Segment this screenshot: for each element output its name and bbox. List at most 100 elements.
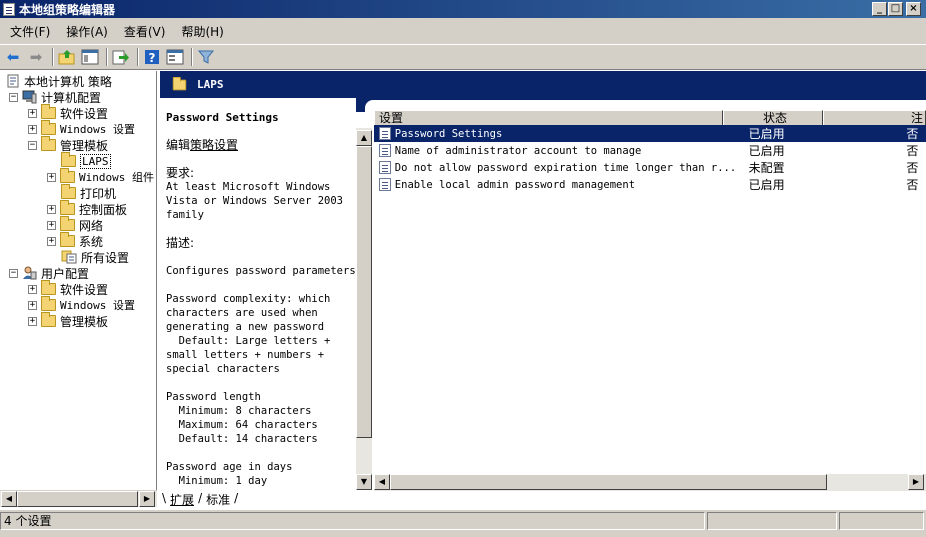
scroll-thumb[interactable] [17, 491, 138, 507]
scroll-right-icon[interactable]: ▶ [139, 491, 155, 507]
toolbar-separator [106, 48, 108, 66]
list-horizontal-scrollbar[interactable]: ◀ ▶ [374, 474, 926, 491]
folder-icon [41, 136, 56, 151]
expand-icon[interactable]: + [47, 172, 56, 182]
expand-icon[interactable]: + [28, 284, 37, 294]
edit-policy-line: 编辑策略设置 [166, 138, 239, 152]
tree-item-control-panel[interactable]: + 控制面板 [47, 200, 127, 217]
tree-item-user-software-settings[interactable]: + 软件设置 [28, 280, 108, 297]
column-headers: 设置 状态 注 [374, 110, 926, 126]
tree-horizontal-scrollbar[interactable]: ◀ ▶ [0, 490, 157, 507]
filter-icon[interactable] [196, 47, 216, 67]
expand-icon[interactable]: + [47, 204, 56, 214]
toolbar: ⬅ ➡ ? [0, 44, 926, 70]
tree-item-user-admin-templates[interactable]: + 管理模板 [28, 312, 108, 329]
maximize-button[interactable]: □ [888, 2, 903, 16]
status-panel-2 [707, 512, 837, 530]
folder-icon [41, 104, 56, 119]
expand-icon[interactable]: + [47, 236, 56, 246]
column-header-state[interactable]: 状态 [723, 110, 823, 126]
menu-help[interactable]: 帮助(H) [173, 23, 231, 40]
collapse-icon[interactable]: − [9, 268, 18, 278]
description-vertical-scrollbar[interactable]: ▲ ▼ [356, 128, 372, 490]
scroll-thumb[interactable] [356, 146, 372, 438]
scroll-up-icon[interactable]: ▲ [356, 130, 372, 146]
up-folder-icon[interactable] [57, 47, 77, 67]
tab-standard[interactable]: 标准 [204, 491, 232, 508]
scroll-down-icon[interactable]: ▼ [356, 474, 372, 490]
edit-policy-link[interactable]: 策略设置 [190, 138, 238, 152]
menu-bar: 文件(F) 操作(A) 查看(V) 帮助(H) [0, 18, 926, 44]
setting-icon [379, 144, 391, 157]
show-hide-tree-icon[interactable] [80, 47, 100, 67]
all-settings-icon [61, 250, 77, 264]
tree-item-local-policy[interactable]: 本地计算机 策略 [6, 73, 112, 89]
req-label: 要求: [166, 166, 195, 180]
collapse-icon[interactable]: − [9, 92, 18, 102]
folder-icon [60, 200, 75, 215]
folder-icon [41, 280, 56, 295]
menu-action[interactable]: 操作(A) [58, 23, 116, 40]
forward-icon[interactable]: ➡ [26, 47, 46, 67]
desc-p2: Password complexity: which characters ar… [166, 293, 331, 375]
table-row[interactable]: Name of administrator account to manage … [374, 142, 926, 159]
minimize-button[interactable]: _ [872, 2, 887, 16]
tree-item-user-config[interactable]: − 用户配置 [9, 265, 89, 281]
close-button[interactable]: × [906, 2, 921, 16]
status-bar: 4 个设置 [0, 509, 926, 531]
expand-icon[interactable]: + [28, 108, 37, 118]
toolbar-separator [52, 48, 54, 66]
folder-icon [41, 120, 56, 135]
expand-icon[interactable]: + [47, 220, 56, 230]
title-bar[interactable]: 本地组策略编辑器 _ □ × [0, 0, 926, 18]
settings-list[interactable]: 设置 状态 注 Password Settings 已启用 否 Name of … [374, 110, 926, 474]
table-row[interactable]: Password Settings 已启用 否 [374, 125, 926, 142]
folder-icon [172, 76, 187, 90]
tree-item-software-settings[interactable]: + 软件设置 [28, 104, 108, 121]
svg-text:?: ? [149, 51, 156, 65]
expand-icon[interactable]: + [28, 316, 37, 326]
export-list-icon[interactable] [111, 47, 131, 67]
desc-p3: Password length Minimum: 8 characters Ma… [166, 391, 318, 445]
tree-item-laps[interactable]: LAPS [61, 152, 111, 169]
tree-item-all-settings[interactable]: 所有设置 [61, 249, 129, 265]
table-row[interactable]: Enable local admin password management 已… [374, 176, 926, 193]
tree-pane[interactable]: 本地计算机 策略 − 计算机配置 + 软件设置 + Windows 设置 − 管… [0, 71, 157, 490]
column-header-setting[interactable]: 设置 [374, 110, 723, 126]
req-text: At least Microsoft Windows Vista or Wind… [166, 181, 344, 221]
folder-icon [60, 216, 75, 231]
folder-icon [61, 152, 76, 167]
folder-icon [60, 168, 75, 183]
help-icon[interactable]: ? [142, 47, 162, 67]
view-tabs: \ 扩展 / 标准 / [160, 491, 926, 509]
scroll-right-icon[interactable]: ▶ [908, 474, 924, 490]
folder-icon [61, 184, 76, 199]
desc-p4: Password age in days Minimum: 1 day [166, 461, 293, 487]
column-header-comment[interactable]: 注 [823, 110, 926, 126]
expand-icon[interactable]: + [28, 300, 37, 310]
user-icon [23, 266, 37, 280]
menu-file[interactable]: 文件(F) [2, 23, 58, 40]
menu-view[interactable]: 查看(V) [116, 23, 174, 40]
status-count: 4 个设置 [0, 512, 705, 530]
scroll-left-icon[interactable]: ◀ [1, 491, 17, 507]
folder-icon [60, 232, 75, 247]
tab-extended[interactable]: 扩展 [168, 491, 196, 508]
back-icon[interactable]: ⬅ [3, 47, 23, 67]
tree-item-network[interactable]: + 网络 [47, 216, 103, 233]
expand-icon[interactable]: + [28, 124, 37, 134]
tree-item-windows-settings[interactable]: + Windows 设置 [28, 120, 135, 137]
table-row[interactable]: Do not allow password expiration time lo… [374, 159, 926, 176]
window-title: 本地组策略编辑器 [19, 2, 116, 17]
tree-item-printers[interactable]: 打印机 [61, 184, 116, 201]
tree-item-admin-templates[interactable]: − 管理模板 [28, 136, 108, 153]
tree-item-computer-config[interactable]: − 计算机配置 [9, 89, 101, 105]
toolbar-separator [191, 48, 193, 66]
tree-item-windows-components[interactable]: + Windows 组件 [47, 168, 154, 185]
collapse-icon[interactable]: − [28, 140, 37, 150]
scroll-left-icon[interactable]: ◀ [374, 474, 390, 490]
properties-icon[interactable] [165, 47, 185, 67]
scroll-thumb[interactable] [390, 474, 827, 490]
tree-item-user-windows-settings[interactable]: + Windows 设置 [28, 296, 135, 313]
tree-item-system[interactable]: + 系统 [47, 232, 103, 249]
